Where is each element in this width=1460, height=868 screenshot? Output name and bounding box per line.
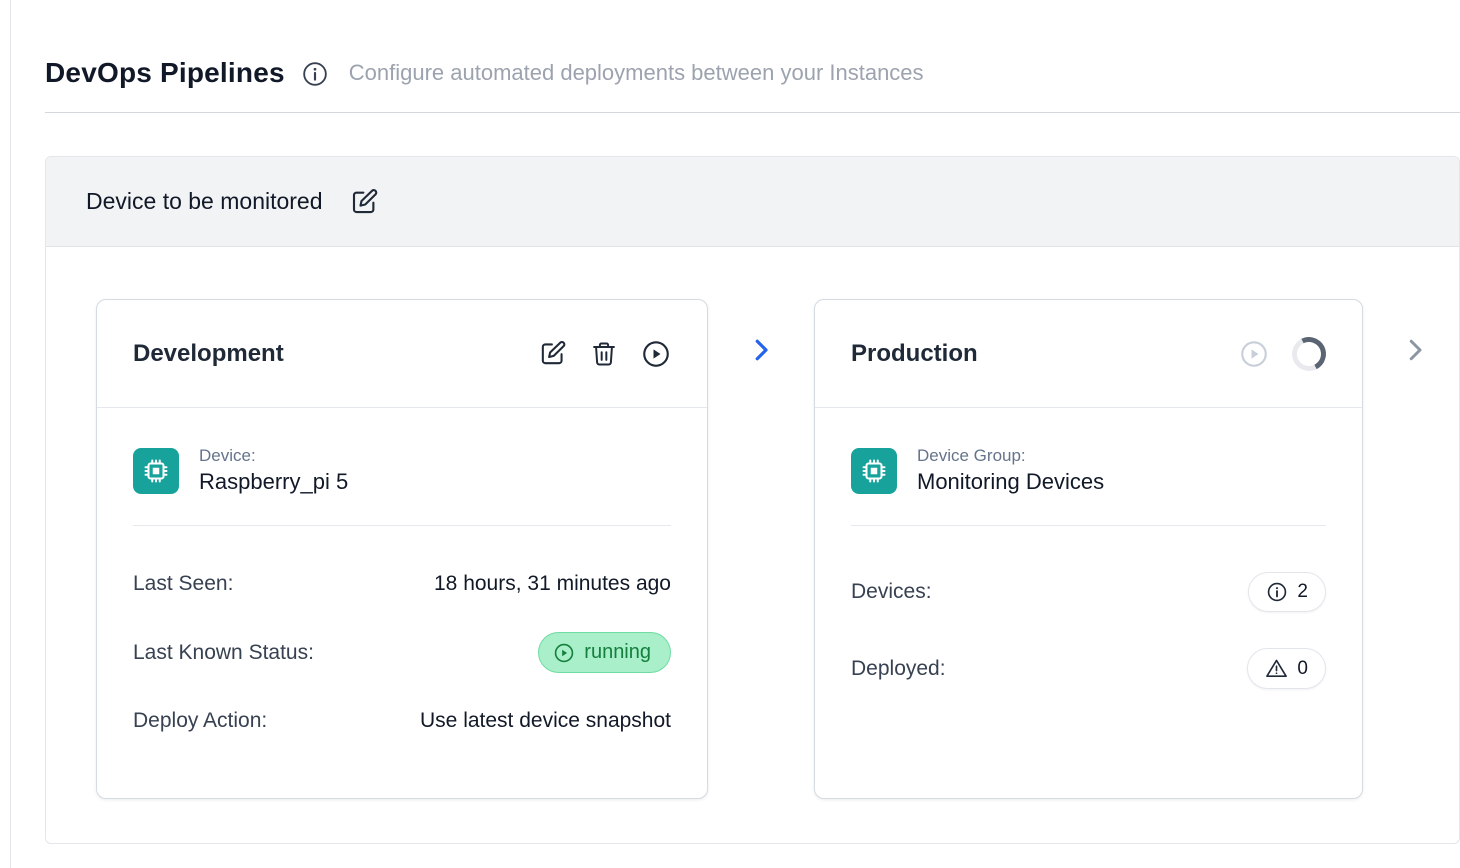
page-subtitle: Configure automated deployments between … [349, 60, 924, 86]
device-row: Device: Raspberry_pi 5 [133, 446, 671, 495]
status-row: Last Known Status: running [133, 632, 671, 673]
edit-pipeline-icon[interactable] [349, 187, 379, 217]
stages-row: Development [46, 247, 1459, 799]
run-pipeline-icon-disabled [1239, 339, 1269, 369]
panel-header: Device to be monitored [46, 157, 1459, 247]
development-card-body: Device: Raspberry_pi 5 Last Seen: 18 hou… [97, 446, 707, 733]
development-card-header: Development [97, 300, 707, 408]
edit-stage-icon[interactable] [538, 339, 567, 368]
stage-connector-icon [708, 335, 814, 365]
status-badge: running [538, 632, 671, 673]
device-chip-icon [133, 448, 179, 494]
loading-spinner-icon [1288, 332, 1331, 375]
card-divider [851, 525, 1326, 526]
last-seen-value: 18 hours, 31 minutes ago [434, 572, 671, 596]
deployed-count-pill[interactable]: 0 [1247, 648, 1326, 689]
header-divider [45, 112, 1460, 113]
last-seen-row: Last Seen: 18 hours, 31 minutes ago [133, 572, 671, 596]
devices-info-icon [1266, 581, 1288, 603]
production-card-body: Device Group: Monitoring Devices Devices… [815, 446, 1362, 689]
devices-count-pill[interactable]: 2 [1248, 572, 1326, 612]
device-group-label: Device Group: [917, 446, 1104, 466]
status-label: Last Known Status: [133, 641, 314, 665]
production-card-title: Production [851, 340, 978, 368]
panel-title: Device to be monitored [86, 188, 323, 215]
status-badge-text: running [584, 641, 651, 664]
production-card-header: Production [815, 300, 1362, 408]
production-stage-card: Production [814, 299, 1363, 799]
deploy-action-label: Deploy Action: [133, 709, 267, 733]
pipeline-panel: Device to be monitored Development [45, 156, 1460, 844]
run-pipeline-icon[interactable] [641, 339, 671, 369]
sidebar-divider [10, 0, 11, 868]
production-card-actions [1239, 337, 1326, 371]
running-play-icon [553, 642, 575, 664]
card-divider [133, 525, 671, 526]
device-group-row: Device Group: Monitoring Devices [851, 446, 1326, 495]
development-stage-card: Development [96, 299, 708, 799]
devices-label: Devices: [851, 580, 932, 604]
deployed-warning-icon [1265, 657, 1288, 680]
next-stage-chevron-icon [1400, 335, 1430, 365]
development-card-actions [538, 339, 671, 369]
deployed-label: Deployed: [851, 657, 946, 681]
deployed-row: Deployed: 0 [851, 648, 1326, 689]
devices-count: 2 [1297, 581, 1308, 603]
deploy-action-row: Deploy Action: Use latest device snapsho… [133, 709, 671, 733]
device-info: Device: Raspberry_pi 5 [199, 446, 348, 495]
deployed-count: 0 [1297, 658, 1308, 680]
development-card-title: Development [133, 340, 284, 368]
device-name: Raspberry_pi 5 [199, 469, 348, 495]
device-label: Device: [199, 446, 348, 466]
deploy-action-value: Use latest device snapshot [420, 709, 671, 733]
page-title: DevOps Pipelines [45, 57, 285, 89]
page-header: DevOps Pipelines Configure automated dep… [0, 0, 1460, 89]
info-icon[interactable] [302, 61, 328, 87]
device-group-name: Monitoring Devices [917, 469, 1104, 495]
last-seen-label: Last Seen: [133, 572, 233, 596]
devices-row: Devices: 2 [851, 572, 1326, 612]
device-group-chip-icon [851, 448, 897, 494]
device-group-info: Device Group: Monitoring Devices [917, 446, 1104, 495]
delete-stage-icon[interactable] [590, 340, 618, 368]
